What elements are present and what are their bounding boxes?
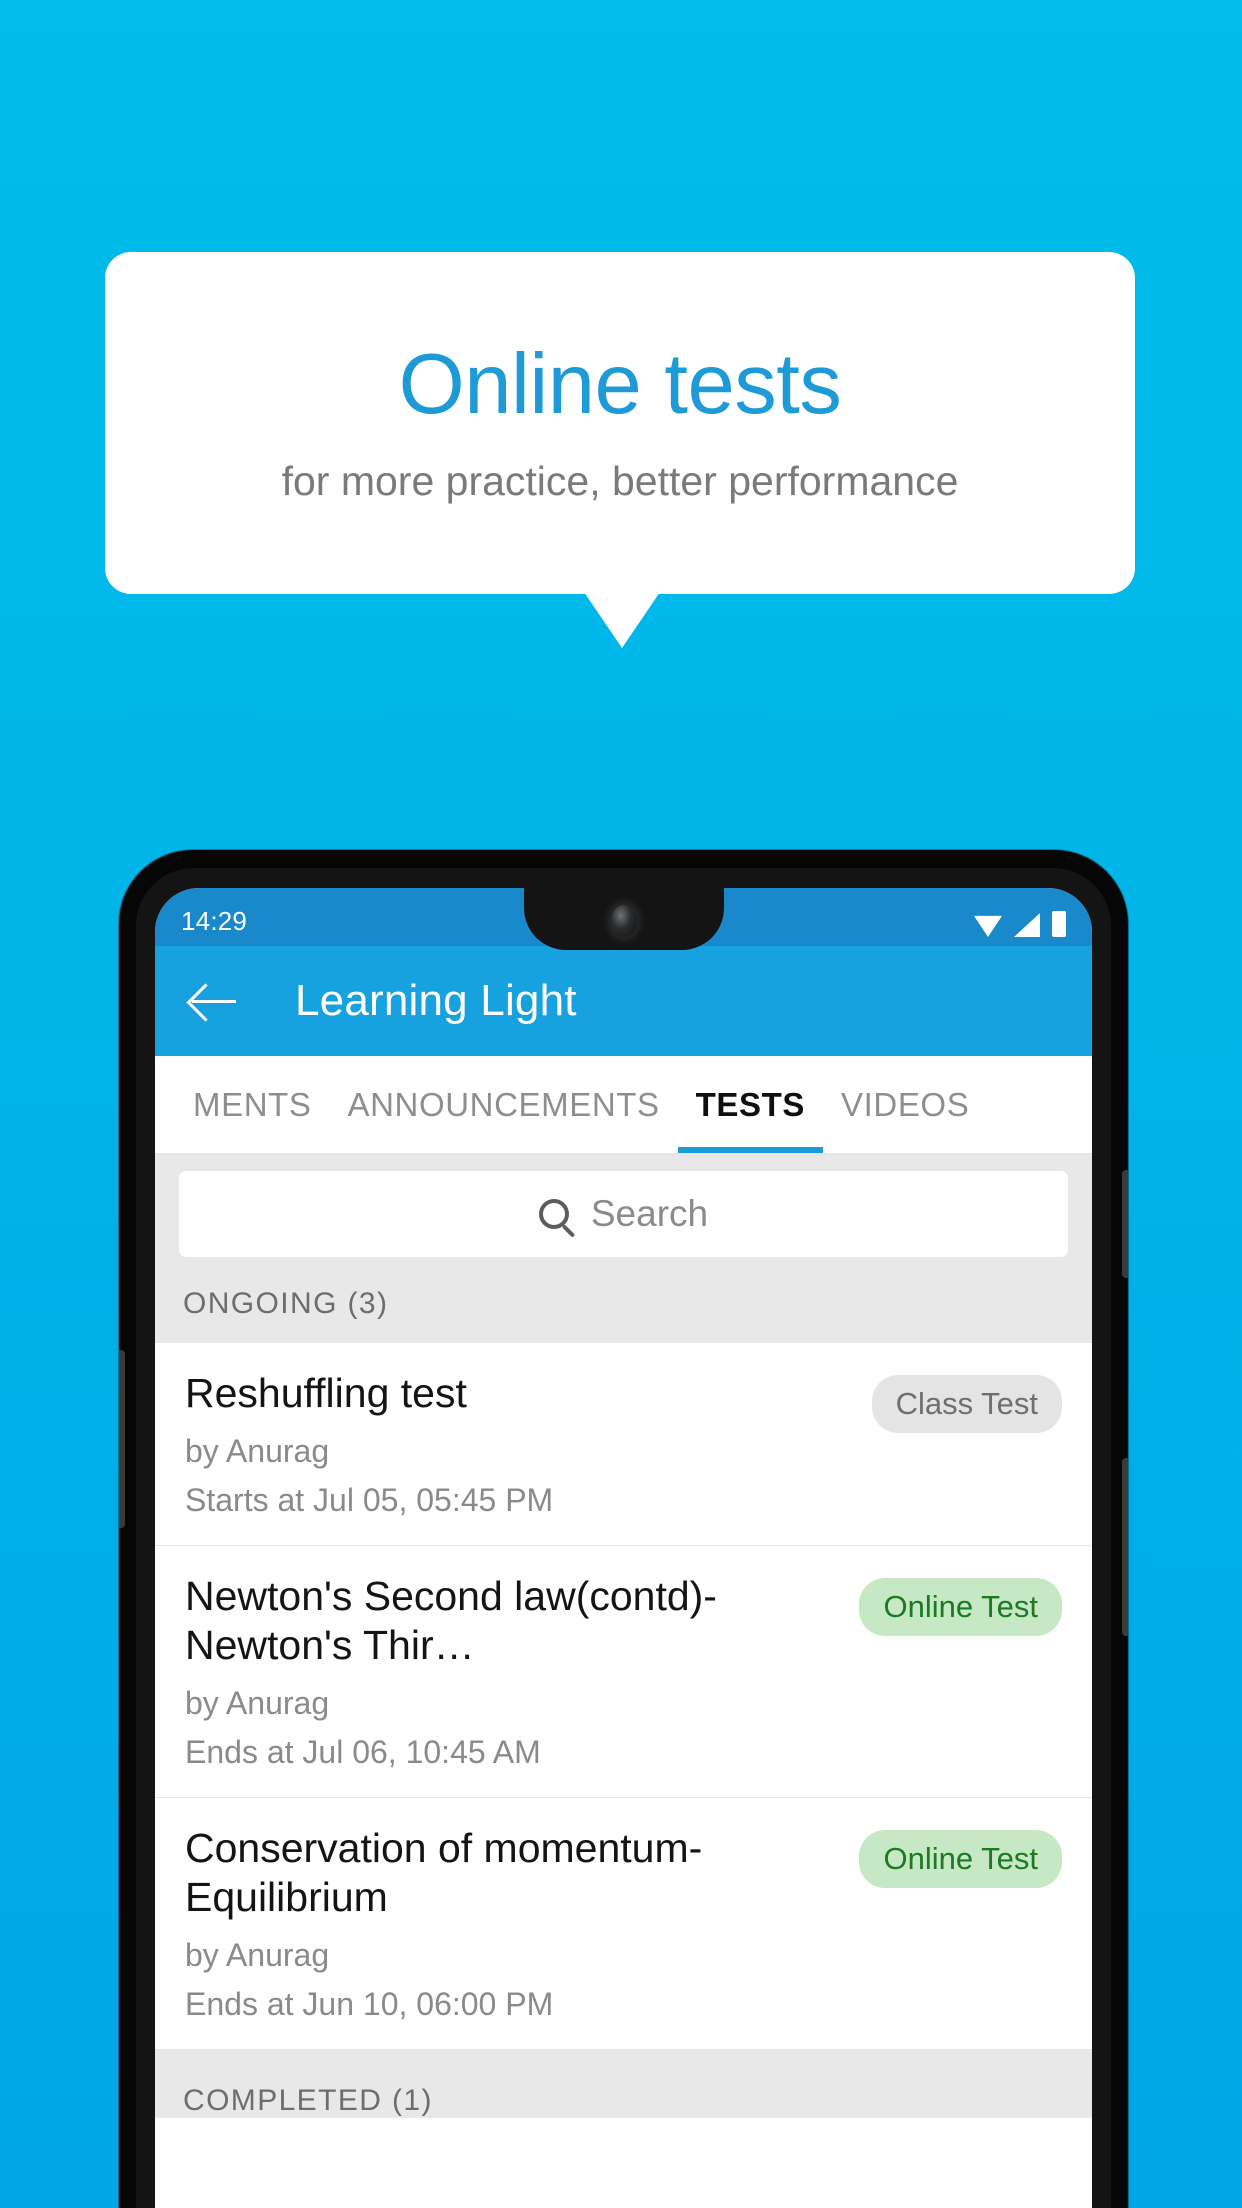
search-placeholder: Search (590, 1193, 709, 1234)
status-bar: 14:29 (155, 888, 1092, 950)
tab-bar: MENTS ANNOUNCEMENTS TESTS VIDEOS (155, 1056, 1092, 1154)
phone-volume-button-left[interactable] (119, 1350, 125, 1528)
test-info: Newton's Second law(contd)-Newton's Thir… (185, 1572, 843, 1771)
phone-power-button[interactable] (1122, 1170, 1128, 1278)
test-title: Conservation of momentum-Equilibrium (185, 1825, 703, 1920)
phone-mockup: 14:29 Learning Light MENTS ANNOUNCEMENTS (119, 850, 1128, 2208)
test-timing: Starts at Jul 05, 05:45 PM (185, 1482, 554, 1519)
search-input[interactable]: Search (179, 1171, 1068, 1257)
status-badge: Class Test (871, 1375, 1062, 1433)
promo-title: Online tests (398, 336, 842, 432)
phone-screen: 14:29 Learning Light MENTS ANNOUNCEMENTS (155, 888, 1092, 2208)
promo-callout-card: Online tests for more practice, better p… (105, 252, 1135, 594)
callout-tail-triangle (584, 592, 660, 648)
list-item[interactable]: Conservation of momentum-Equilibrium by … (155, 1798, 1092, 2050)
test-timing: Ends at Jul 06, 10:45 AM (185, 1734, 541, 1771)
search-icon (538, 1199, 569, 1229)
status-badge: Online Test (859, 1830, 1062, 1889)
test-author: by Anurag (185, 1936, 330, 1973)
signal-icon (1014, 913, 1040, 937)
section-header-completed: COMPLETED (1) (155, 2049, 1092, 2118)
test-title: Reshuffling test (185, 1370, 467, 1416)
search-area: Search (155, 1154, 1092, 1257)
promo-screen: Online tests for more practice, better p… (0, 0, 1242, 2208)
front-camera-icon (610, 905, 637, 937)
test-info: Conservation of momentum-Equilibrium by … (185, 1824, 843, 2023)
app-bar: Learning Light (155, 946, 1092, 1056)
wifi-icon (974, 915, 1002, 937)
battery-icon (1052, 911, 1066, 937)
tests-list: Search ONGOING (3) Reshuffling test by A… (155, 1154, 1092, 2208)
test-info: Reshuffling test by Anurag Starts at Jul… (185, 1369, 856, 1519)
test-author: by Anurag (185, 1685, 330, 1722)
test-title: Newton's Second law(contd)-Newton's Thir… (185, 1573, 717, 1668)
status-badge: Online Test (859, 1578, 1062, 1637)
tab-tests[interactable]: TESTS (677, 1056, 824, 1153)
status-bar-clock: 14:29 (181, 906, 248, 936)
status-bar-icons (974, 911, 1066, 937)
section-header-ongoing: ONGOING (3) (155, 1257, 1092, 1343)
phone-volume-button-right[interactable] (1122, 1458, 1128, 1636)
list-item[interactable]: Reshuffling test by Anurag Starts at Jul… (155, 1343, 1092, 1547)
tab-videos[interactable]: VIDEOS (823, 1056, 987, 1153)
tab-announcements[interactable]: ANNOUNCEMENTS (330, 1056, 678, 1153)
phone-notch (523, 888, 724, 950)
list-item[interactable]: Newton's Second law(contd)-Newton's Thir… (155, 1546, 1092, 1799)
test-author: by Anurag (185, 1433, 330, 1470)
test-timing: Ends at Jun 10, 06:00 PM (185, 1985, 554, 2022)
promo-subtitle: for more practice, better performance (281, 458, 959, 505)
tab-assignments[interactable]: MENTS (175, 1056, 330, 1153)
app-bar-title: Learning Light (295, 976, 577, 1025)
back-arrow-icon[interactable] (185, 972, 243, 1030)
